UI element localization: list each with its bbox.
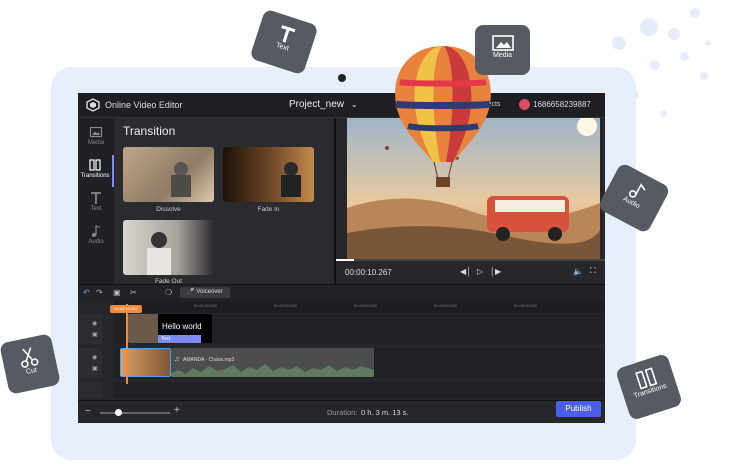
split-icon[interactable]: ✂ bbox=[130, 288, 137, 299]
decor-dot bbox=[700, 72, 708, 80]
decor-dot bbox=[680, 52, 689, 61]
app-logo-icon bbox=[86, 98, 100, 112]
transition-fade-in-thumb[interactable] bbox=[223, 147, 314, 202]
transition-fade-out-thumb[interactable] bbox=[123, 220, 214, 275]
skip-back-icon[interactable]: ◀│ bbox=[460, 267, 471, 276]
sidebar-item-label: Audio bbox=[88, 239, 104, 245]
media-tile[interactable]: Media bbox=[475, 25, 530, 75]
volume-icon[interactable]: 🔈 bbox=[573, 267, 583, 276]
player-controls: 00:00:10.267 ◀│ ▷ │▶ 🔈 ⛶ bbox=[336, 259, 605, 284]
text-icon bbox=[91, 192, 101, 204]
decor-dot bbox=[650, 60, 660, 70]
extra-track bbox=[114, 382, 605, 398]
sidebar-item-transitions[interactable]: Transitions bbox=[78, 155, 114, 187]
snap-icon[interactable]: ❍ bbox=[165, 288, 172, 299]
tablet-camera bbox=[338, 74, 346, 82]
transitions-icon bbox=[89, 159, 101, 171]
visibility-icon[interactable]: ◉ bbox=[92, 320, 97, 327]
zoom-out-icon[interactable]: − bbox=[85, 406, 91, 417]
cut-tile[interactable]: Cut bbox=[0, 333, 61, 395]
decor-dot bbox=[705, 40, 711, 46]
editor-screen: Online Video Editor Project_new ⌄ jects … bbox=[78, 93, 605, 423]
timeline-footer: − + Duration: 0 h. 3 m. 13 s. bbox=[78, 400, 605, 423]
track-header-media: ◉ ▣ bbox=[78, 348, 102, 378]
transition-label: Fade In bbox=[257, 206, 280, 213]
transition-panel: Transition Dissolve Fade In Fade Out bbox=[115, 118, 334, 285]
track-header-text: ◉ ▣ bbox=[78, 314, 102, 344]
playhead[interactable] bbox=[126, 304, 128, 384]
scissors-icon bbox=[21, 347, 39, 368]
text-tile[interactable]: Text bbox=[249, 8, 319, 76]
ruler-mark: 00:01:00.000 bbox=[194, 303, 218, 308]
delete-icon[interactable]: ▣ bbox=[113, 288, 121, 299]
user-id: 1686658239887 bbox=[533, 100, 591, 109]
current-time: 00:00:10.267 bbox=[345, 268, 392, 277]
ruler-mark: 00:03:00.000 bbox=[354, 303, 378, 308]
zoom-slider[interactable] bbox=[100, 409, 170, 416]
project-name-dropdown[interactable]: Project_new ⌄ bbox=[289, 99, 358, 110]
timeline-toolbar: ↶ ↷ ▣ ✂ ❍ 🎤 Voiceover bbox=[78, 284, 605, 301]
cut-tile-label: Cut bbox=[25, 366, 38, 376]
ruler-mark: 00:02:00.000 bbox=[274, 303, 298, 308]
voiceover-button[interactable]: 🎤 Voiceover bbox=[180, 287, 230, 298]
duration-value: 0 h. 3 m. 13 s. bbox=[361, 408, 409, 417]
decor-dot bbox=[612, 36, 626, 50]
image-icon bbox=[491, 35, 514, 51]
sidebar-item-text[interactable]: Text bbox=[78, 188, 114, 220]
sidebar-item-label: Media bbox=[87, 140, 105, 146]
fade-in-preview-image bbox=[281, 162, 301, 197]
panel-title: Transition bbox=[123, 124, 176, 138]
project-name: Project_new bbox=[289, 99, 345, 110]
visibility-icon[interactable]: ◉ bbox=[92, 354, 97, 361]
play-icon[interactable]: ▷ bbox=[477, 267, 483, 276]
skip-forward-icon[interactable]: │▶ bbox=[490, 267, 501, 276]
decor-dot bbox=[690, 8, 700, 18]
sidebar-item-audio[interactable]: Audio bbox=[78, 221, 114, 253]
microphone-icon: 🎤 bbox=[187, 289, 195, 295]
voiceover-label: Voiceover bbox=[196, 289, 223, 295]
lock-icon[interactable]: ▣ bbox=[92, 331, 98, 338]
media-tile-label: Media bbox=[492, 52, 513, 59]
text-clip-badge: Text bbox=[158, 335, 201, 343]
music-note-icon bbox=[92, 225, 101, 237]
transition-dissolve-thumb[interactable] bbox=[123, 147, 214, 202]
fade-out-preview-image bbox=[147, 232, 171, 275]
decor-dot bbox=[668, 28, 680, 40]
text-clip-label: Hello world bbox=[162, 322, 202, 331]
publish-button[interactable]: Publish bbox=[556, 401, 601, 417]
transition-label: Dissolve bbox=[156, 206, 181, 213]
lock-icon[interactable]: ▣ bbox=[92, 365, 98, 372]
text-clip[interactable]: Hello world Text bbox=[128, 314, 212, 343]
undo-icon[interactable]: ↶ bbox=[83, 288, 90, 299]
app-title: Online Video Editor bbox=[105, 100, 183, 110]
image-icon bbox=[89, 126, 103, 138]
sidebar: Media Transitions Text Audio bbox=[78, 118, 114, 284]
sidebar-item-label: Text bbox=[90, 206, 102, 212]
audio-waveform bbox=[171, 364, 374, 377]
zoom-in-icon[interactable]: + bbox=[174, 405, 180, 416]
track-header-extra bbox=[78, 382, 102, 398]
decor-dot bbox=[640, 18, 658, 36]
playhead-time: 00:00:10.267 bbox=[110, 305, 142, 313]
decor-dot bbox=[660, 110, 667, 117]
timeline-ruler[interactable]: 00:01:00.000 00:02:00.000 00:03:00.000 0… bbox=[114, 301, 605, 313]
top-bar: Online Video Editor Project_new ⌄ jects … bbox=[78, 93, 605, 118]
progress-bar[interactable] bbox=[336, 259, 605, 261]
redo-icon[interactable]: ↷ bbox=[96, 288, 103, 299]
text-clip-thumb bbox=[128, 314, 158, 343]
sidebar-item-media[interactable]: Media bbox=[78, 122, 114, 154]
duration-label: Duration: bbox=[327, 408, 358, 417]
ruler-mark: 00:05:00.000 bbox=[514, 303, 538, 308]
dissolve-preview-image bbox=[123, 147, 214, 202]
audio-clip[interactable]: ♫ AMANDA - Chaos.mp3 bbox=[171, 348, 374, 377]
ruler-mark: 00:04:00.000 bbox=[434, 303, 458, 308]
fullscreen-icon[interactable]: ⛶ bbox=[590, 266, 596, 276]
user-avatar-icon[interactable] bbox=[519, 99, 530, 110]
chevron-down-icon: ⌄ bbox=[350, 100, 358, 109]
sidebar-item-label: Transitions bbox=[80, 173, 110, 179]
